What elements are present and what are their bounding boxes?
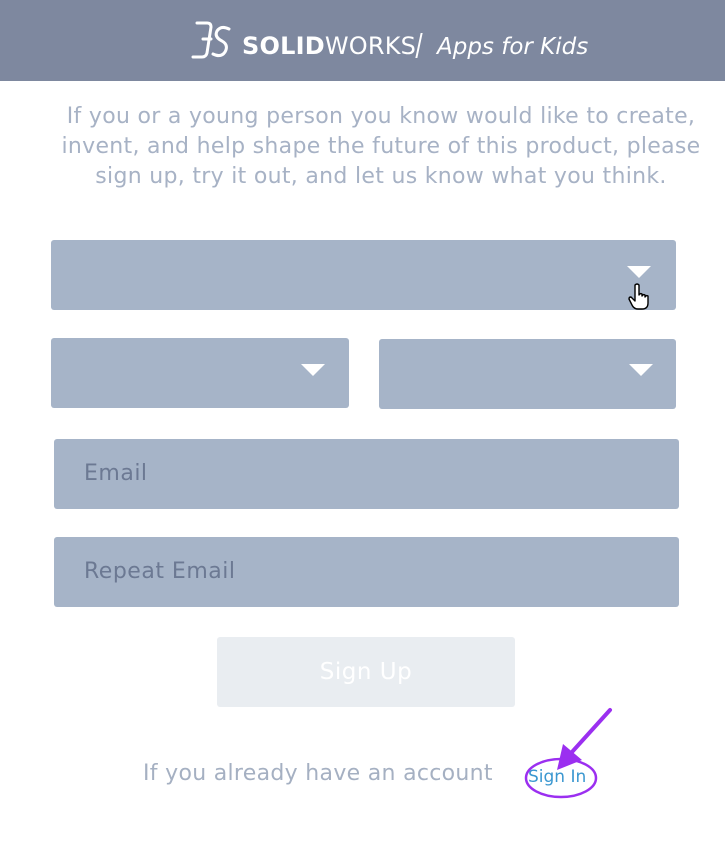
brand-name-bold: SOLID [242,32,325,60]
chevron-down-icon [301,364,325,376]
arrow-annotation-icon [557,708,612,770]
select-dropdown-2[interactable] [51,338,349,408]
select-dropdown-1[interactable] [51,240,676,310]
brand-tagline: Apps for Kids [437,34,589,60]
select-dropdown-3[interactable] [379,339,676,409]
sign-in-link[interactable]: Sign In [528,765,586,789]
repeat-email-field[interactable]: Repeat Email [54,537,679,607]
intro-text: If you or a young person you know would … [61,104,701,189]
hand-cursor-icon [628,283,649,310]
chevron-down-icon [629,364,653,376]
brand-name: SOLIDWORKS [242,30,416,62]
ds-logo-icon [191,21,231,59]
account-prompt: If you already have an account [143,761,493,786]
header-bar: SOLIDWORKS Apps for Kids [0,0,725,81]
repeat-email-placeholder: Repeat Email [84,559,236,584]
brand-divider [415,33,423,58]
chevron-down-icon [627,266,651,278]
email-placeholder: Email [84,461,148,486]
email-field[interactable]: Email [54,439,679,509]
signup-page: SOLIDWORKS Apps for Kids If you or a you… [0,0,725,845]
sign-up-button[interactable]: Sign Up [217,637,515,707]
brand-name-light: WORKS [324,32,417,60]
